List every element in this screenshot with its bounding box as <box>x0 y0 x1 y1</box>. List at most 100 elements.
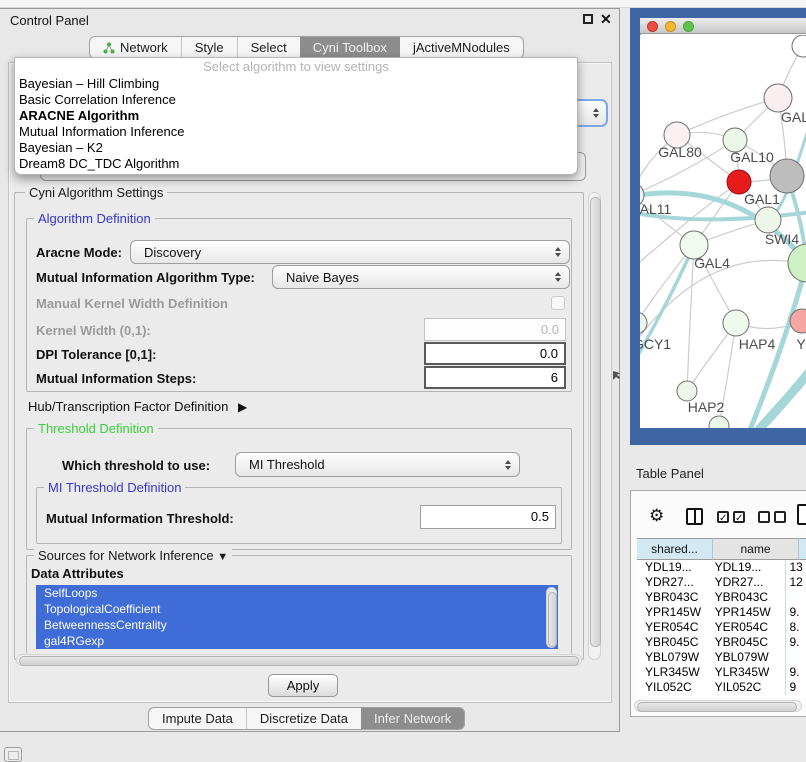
zoom-traffic-light[interactable] <box>683 21 694 32</box>
settings-horizontal-scrollbar[interactable] <box>16 654 582 666</box>
network-node[interactable] <box>788 244 806 282</box>
table-row[interactable]: YBL079WYBL079W <box>637 650 806 665</box>
table-row[interactable]: YDL19...YDL19...13 <box>637 560 806 575</box>
float-window-icon[interactable] <box>583 14 593 24</box>
dpi-tolerance-label: DPI Tolerance [0,1]: <box>36 347 156 362</box>
tab-network[interactable]: Network <box>90 37 181 58</box>
expand-right-icon[interactable]: ▶ <box>238 400 247 414</box>
data-attribute-item[interactable]: TopologicalCoefficient <box>36 601 558 617</box>
mi-steps-field[interactable]: 6 <box>424 366 566 389</box>
tab-jactivemnodules[interactable]: jActiveMNodules <box>400 37 523 58</box>
table-cell: 9 <box>785 680 806 695</box>
table-cell: YER054C <box>637 620 707 635</box>
network-node[interactable] <box>792 35 806 57</box>
network-node-hap4[interactable] <box>723 310 749 336</box>
tab-impute-data[interactable]: Impute Data <box>149 708 246 729</box>
tab-label: Cyni Toolbox <box>313 37 387 59</box>
mi-type-combobox[interactable]: Naive Bayes <box>272 265 570 289</box>
column-header-partial[interactable] <box>799 538 806 560</box>
table-cell: YDR27... <box>707 575 786 590</box>
column-header-shared-name[interactable]: shared... <box>637 538 713 560</box>
network-node-gcy1[interactable] <box>640 312 647 334</box>
data-attribute-item[interactable]: BetweennessCentrality <box>36 617 558 633</box>
collapse-down-icon[interactable]: ▼ <box>217 551 228 563</box>
table-horizontal-scrollbar[interactable] <box>634 700 802 712</box>
network-node[interactable] <box>709 416 729 428</box>
network-icon <box>103 42 115 54</box>
table-row[interactable]: YPR145WYPR145W9. <box>637 605 806 620</box>
tab-label: Network <box>120 37 168 59</box>
network-node-swi4[interactable] <box>755 207 781 233</box>
network-node[interactable] <box>770 159 804 193</box>
algorithm-option[interactable]: Basic Correlation Inference <box>15 92 577 108</box>
screen: Control Panel ✕ Network Style Select Cyn… <box>0 0 806 762</box>
mi-threshold-field[interactable]: 0.5 <box>420 505 556 529</box>
close-traffic-light[interactable] <box>647 21 658 32</box>
table-cell: 13 <box>785 560 806 575</box>
table-settings-button[interactable]: ⚙ <box>649 506 664 526</box>
table-cell: YBR043C <box>707 590 786 605</box>
kernel-width-field[interactable]: 0.0 <box>424 318 566 341</box>
network-canvas[interactable]: GALGAL80GAL10GAL1GAL11SWI4GAL4GCY1HAP4YH… <box>640 35 806 428</box>
popup-item-list: Bayesian – Hill ClimbingBasic Correlatio… <box>15 76 577 172</box>
columns-icon[interactable] <box>686 508 703 525</box>
aracne-mode-combobox[interactable]: Discovery <box>130 240 570 264</box>
data-attribute-item[interactable]: SelfLoops <box>36 585 558 601</box>
network-node-hap2[interactable] <box>677 381 697 401</box>
column-header-name[interactable]: name <box>713 538 799 560</box>
tab-discretize-data[interactable]: Discretize Data <box>246 708 361 729</box>
dock-panel-icon[interactable] <box>4 747 22 762</box>
algorithm-option[interactable]: Dream8 DC_TDC Algorithm <box>15 156 577 172</box>
network-node-label: GCY1 <box>640 336 671 352</box>
tab-infer-network[interactable]: Infer Network <box>361 708 464 729</box>
select-all-checkbox-icon-2[interactable]: ✓ <box>733 511 745 523</box>
data-attribute-item[interactable]: gal4RGexp <box>36 633 558 649</box>
settings-vertical-scrollbar[interactable] <box>588 192 601 660</box>
table-cell: YBR045C <box>707 635 786 650</box>
algorithm-definition-title: Algorithm Definition <box>34 211 155 226</box>
network-node-label: SWI4 <box>765 231 799 247</box>
tab-style[interactable]: Style <box>181 37 237 58</box>
network-node-gal[interactable] <box>764 84 792 112</box>
tab-cyni-toolbox[interactable]: Cyni Toolbox <box>300 37 400 58</box>
network-node-label: Y <box>796 336 806 352</box>
select-all-checkbox-icon[interactable]: ✓ <box>717 511 729 523</box>
scrollbar-thumb[interactable] <box>19 656 579 666</box>
sources-title-row[interactable]: Sources for Network Inference ▼ <box>34 548 232 563</box>
apply-button[interactable]: Apply <box>268 674 338 697</box>
table-row[interactable]: YER054CYER054C8. <box>637 620 806 635</box>
combo-spinner-icon <box>593 108 599 118</box>
table-cell: YBR043C <box>637 590 707 605</box>
algorithm-option[interactable]: Bayesian – Hill Climbing <box>15 76 577 92</box>
table-cell: YIL052C <box>707 680 786 695</box>
tab-select[interactable]: Select <box>237 37 300 58</box>
table-cell: YER054C <box>707 620 786 635</box>
table-row[interactable]: YBR043CYBR043C <box>637 590 806 605</box>
scrollbar-thumb[interactable] <box>590 197 601 647</box>
table-row[interactable]: YBR045CYBR045C9. <box>637 635 806 650</box>
control-panel-title: Control Panel <box>10 13 89 28</box>
algorithm-option[interactable]: ARACNE Algorithm <box>15 108 577 124</box>
table-row[interactable]: YDR27...YDR27...12 <box>637 575 806 590</box>
close-icon[interactable]: ✕ <box>600 11 612 28</box>
combo-spinner-icon <box>555 247 561 257</box>
network-node-label: GAL80 <box>658 144 702 160</box>
export-table-icon[interactable] <box>797 504 806 525</box>
which-threshold-combobox[interactable]: MI Threshold <box>235 452 520 477</box>
table-row[interactable]: YLR345WYLR345W9. <box>637 665 806 680</box>
deselect-all-checkbox-icon-2[interactable] <box>774 511 786 523</box>
algorithm-option[interactable]: Mutual Information Inference <box>15 124 577 140</box>
scrollbar-thumb[interactable] <box>637 702 797 712</box>
attributes-list-scrollbar[interactable] <box>546 587 557 648</box>
manual-kernel-checkbox[interactable] <box>551 296 565 310</box>
table-row[interactable]: YIL052CYIL052C9 <box>637 680 806 695</box>
minimize-traffic-light[interactable] <box>665 21 676 32</box>
data-attributes-label: Data Attributes <box>31 566 124 581</box>
algorithm-option[interactable]: Bayesian – K2 <box>15 140 577 156</box>
table-cell: YBR045C <box>637 635 707 650</box>
deselect-all-checkbox-icon[interactable] <box>758 511 770 523</box>
hub-definition-expander[interactable]: Hub/Transcription Factor Definition ▶ <box>28 399 247 414</box>
tab-label: Select <box>251 37 287 59</box>
dpi-tolerance-field[interactable]: 0.0 <box>424 342 566 365</box>
scrollbar-thumb[interactable] <box>548 592 557 647</box>
